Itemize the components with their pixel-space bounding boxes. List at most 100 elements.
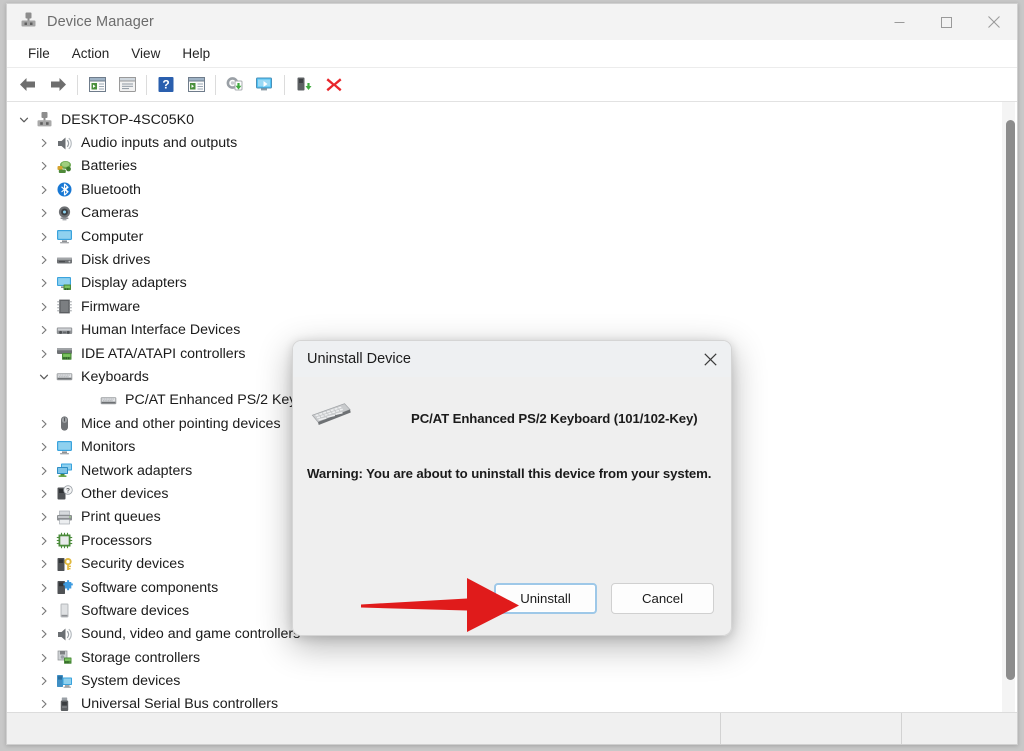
tree-item[interactable]: Universal Serial Bus controllers	[7, 693, 1000, 712]
show-hide-console-tree-icon[interactable]	[82, 71, 112, 98]
tree-item[interactable]: Disk drives	[7, 248, 1000, 271]
forward-arrow-icon[interactable]	[43, 71, 73, 98]
toolbar-separator	[215, 74, 216, 95]
tree-item[interactable]: Bluetooth	[7, 178, 1000, 201]
printer-icon	[53, 509, 75, 526]
chevron-right-icon[interactable]	[35, 185, 53, 195]
chevron-right-icon[interactable]	[35, 255, 53, 265]
tree-item[interactable]: Cameras	[7, 202, 1000, 225]
chevron-right-icon[interactable]	[35, 208, 53, 218]
chevron-right-icon[interactable]	[35, 232, 53, 242]
tree-item[interactable]: Audio inputs and outputs	[7, 131, 1000, 154]
disk-drive-icon	[53, 252, 75, 269]
menu-action[interactable]: Action	[61, 43, 121, 64]
chevron-right-icon[interactable]	[35, 419, 53, 429]
dialog-title-bar: Uninstall Device	[293, 341, 731, 377]
scrollbar-thumb[interactable]	[1006, 120, 1015, 680]
chevron-right-icon[interactable]	[35, 442, 53, 452]
chevron-right-icon[interactable]	[35, 302, 53, 312]
software-component-icon	[53, 579, 75, 596]
chevron-right-icon[interactable]	[35, 606, 53, 616]
chevron-right-icon[interactable]	[35, 489, 53, 499]
chevron-right-icon[interactable]	[35, 536, 53, 546]
menu-help[interactable]: Help	[171, 43, 221, 64]
chevron-right-icon[interactable]	[35, 676, 53, 686]
display-adapter-icon	[53, 275, 75, 292]
computer-root-icon	[33, 111, 55, 128]
system-device-icon	[53, 673, 75, 690]
network-adapter-icon	[53, 462, 75, 479]
tree-item[interactable]: DESKTOP-4SC05K0	[7, 108, 1000, 131]
tree-item-label: System devices	[81, 673, 181, 690]
vertical-scrollbar[interactable]	[1000, 102, 1017, 712]
tree-item-label: Print queues	[81, 509, 161, 526]
chevron-right-icon[interactable]	[35, 583, 53, 593]
chevron-right-icon[interactable]	[35, 278, 53, 288]
menu-file[interactable]: File	[17, 43, 61, 64]
tree-item[interactable]: Storage controllers	[7, 646, 1000, 669]
chevron-right-icon[interactable]	[35, 138, 53, 148]
tree-item-label: IDE ATA/ATAPI controllers	[81, 345, 246, 362]
svg-text:?: ?	[162, 78, 169, 92]
tree-item-label: Security devices	[81, 556, 185, 573]
menu-view[interactable]: View	[120, 43, 171, 64]
scrollbar-track[interactable]	[1002, 102, 1015, 712]
speaker-icon	[53, 135, 75, 152]
scan-for-hardware-changes-icon[interactable]	[250, 71, 280, 98]
device-manager-icon	[20, 11, 37, 33]
tree-item[interactable]: Batteries	[7, 155, 1000, 178]
uninstall-device-icon[interactable]	[319, 71, 349, 98]
window-controls	[876, 4, 1017, 40]
chevron-right-icon[interactable]	[35, 466, 53, 476]
tree-item-label: Software components	[81, 579, 219, 596]
hid-icon	[53, 322, 75, 339]
tree-item[interactable]: Firmware	[7, 295, 1000, 318]
properties-icon[interactable]	[112, 71, 142, 98]
tree-item[interactable]: System devices	[7, 669, 1000, 692]
svg-text:?: ?	[66, 488, 70, 495]
chevron-right-icon[interactable]	[35, 629, 53, 639]
monitor-icon	[53, 439, 75, 456]
bluetooth-icon	[53, 181, 75, 198]
help-icon[interactable]: ?	[151, 71, 181, 98]
chevron-down-icon[interactable]	[15, 115, 33, 125]
update-driver-icon[interactable]	[220, 71, 250, 98]
battery-icon	[53, 158, 75, 175]
menu-bar: File Action View Help	[7, 40, 1017, 68]
chevron-down-icon[interactable]	[35, 372, 53, 382]
tree-item-label: Keyboards	[81, 368, 149, 385]
tree-item-label: Firmware	[81, 298, 141, 315]
warning-text: Warning: You are about to uninstall this…	[307, 466, 712, 481]
device-manager-window: Device Manager File Action View Help ? D…	[6, 3, 1018, 745]
window-title: Device Manager	[47, 14, 154, 30]
back-arrow-icon[interactable]	[13, 71, 43, 98]
chevron-right-icon[interactable]	[35, 653, 53, 663]
tree-item[interactable]: Display adapters	[7, 272, 1000, 295]
enable-device-icon[interactable]	[289, 71, 319, 98]
dialog-close-button[interactable]	[689, 341, 731, 377]
tree-item[interactable]: Human Interface Devices	[7, 319, 1000, 342]
chevron-right-icon[interactable]	[35, 512, 53, 522]
chevron-right-icon[interactable]	[35, 349, 53, 359]
tree-item-label: Storage controllers	[81, 649, 201, 666]
minimize-button[interactable]	[876, 4, 923, 40]
uninstall-button[interactable]: Uninstall	[494, 582, 597, 614]
close-button[interactable]	[970, 4, 1017, 40]
maximize-button[interactable]	[923, 4, 970, 40]
cancel-button[interactable]: Cancel	[611, 582, 714, 614]
uninstall-device-dialog: Uninstall Device PC/AT Enhanced PS/2 Key…	[292, 340, 732, 636]
content-area: DESKTOP-4SC05K0 Audio inputs and outputs B…	[7, 102, 1017, 712]
tree-item-label: Batteries	[81, 158, 137, 175]
tree-item-label: Display adapters	[81, 275, 187, 292]
chevron-right-icon[interactable]	[35, 325, 53, 335]
chevron-right-icon[interactable]	[35, 559, 53, 569]
title-bar: Device Manager	[7, 4, 1017, 40]
tree-item-label: Disk drives	[81, 252, 151, 269]
chevron-right-icon[interactable]	[35, 161, 53, 171]
tree-item[interactable]: Computer	[7, 225, 1000, 248]
status-bar	[7, 712, 1017, 744]
dialog-button-row: Uninstall Cancel	[293, 561, 731, 635]
toolbar: ?	[7, 68, 1017, 102]
show-hide-action-pane-icon[interactable]	[181, 71, 211, 98]
chevron-right-icon[interactable]	[35, 699, 53, 709]
